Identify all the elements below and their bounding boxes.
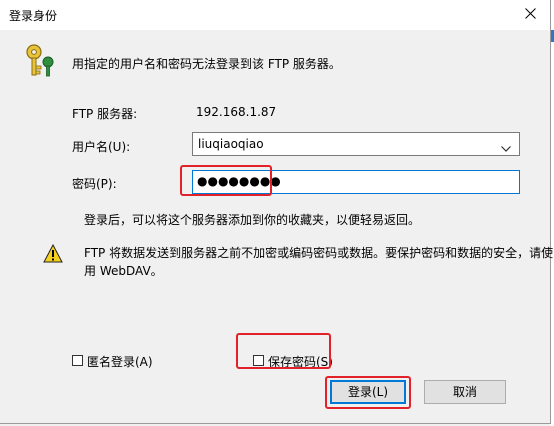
error-message: 用指定的用户名和密码无法登录到该 FTP 服务器。	[72, 57, 341, 71]
close-button[interactable]	[515, 3, 545, 27]
password-mask: ●●●●●●●●	[197, 174, 281, 188]
save-password-label[interactable]: 保存密码(S)	[268, 353, 333, 370]
password-label: 密码(P):	[72, 177, 117, 191]
key-icon	[22, 42, 56, 80]
server-value: 192.168.1.87	[196, 105, 277, 119]
login-dialog: 登录身份 用指定的用户名和密码无法登录到该 FTP 服务器。 FTP 服务器: …	[0, 0, 554, 424]
server-label: FTP 服务器:	[72, 107, 138, 121]
warning-text-line2: 用 WebDAV。	[84, 264, 163, 278]
dialog-title: 登录身份	[9, 9, 58, 23]
title-bar: 登录身份	[0, 0, 550, 30]
chevron-down-icon[interactable]	[501, 141, 511, 155]
password-field[interactable]: ●●●●●●●●	[192, 170, 520, 194]
warning-icon	[43, 243, 63, 263]
info-text: 登录后，可以将这个服务器添加到你的收藏夹，以便轻易返回。	[84, 213, 421, 227]
username-label: 用户名(U):	[72, 140, 131, 154]
warning-text-line1: FTP 将数据发送到服务器之前不加密或编码密码或数据。要保护密码和数据的安全，请…	[84, 246, 554, 260]
anonymous-checkbox[interactable]	[72, 355, 83, 366]
login-button[interactable]: 登录(L)	[330, 380, 406, 404]
close-icon	[524, 8, 536, 22]
anonymous-label[interactable]: 匿名登录(A)	[87, 353, 153, 370]
username-value: liuqiaoqiao	[198, 137, 264, 151]
save-password-checkbox[interactable]	[253, 355, 264, 366]
cancel-button[interactable]: 取消	[424, 380, 506, 404]
username-combobox[interactable]: liuqiaoqiao	[192, 132, 520, 156]
